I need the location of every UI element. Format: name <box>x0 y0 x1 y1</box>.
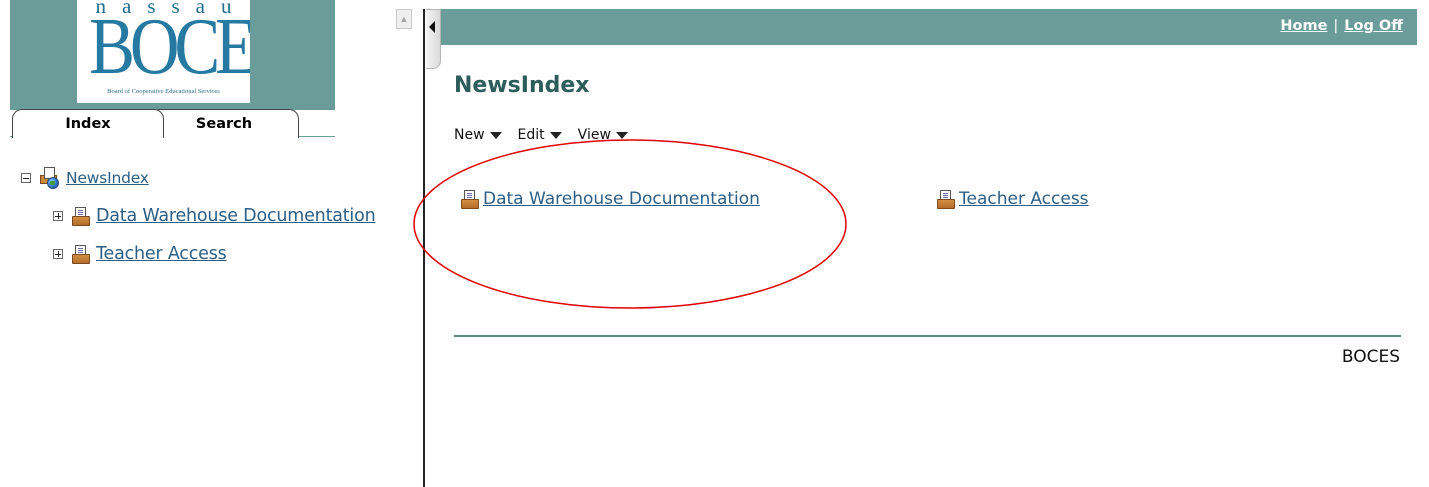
tree-link-teacher-access[interactable]: Teacher Access <box>96 244 227 264</box>
page-title: NewsIndex <box>454 73 590 98</box>
document-folder-icon <box>72 244 90 264</box>
globe-folder-icon <box>40 167 60 189</box>
tree-node-teacher-access: Teacher Access <box>53 244 227 264</box>
collapse-pane-button[interactable] <box>426 9 441 69</box>
link-separator: | <box>1333 18 1339 34</box>
expand-icon[interactable] <box>53 249 63 259</box>
item-teacher-access[interactable]: Teacher Access <box>937 189 1089 209</box>
tree-node-newsindex: NewsIndex <box>21 167 149 189</box>
annotation-ellipse <box>413 139 847 309</box>
tab-index[interactable]: Index <box>12 109 164 138</box>
item-teacher-access-link[interactable]: Teacher Access <box>959 189 1089 209</box>
boces-logo: nassau BOCES Board of Cooperative Educat… <box>77 0 250 103</box>
logoff-link[interactable]: Log Off <box>1344 18 1403 34</box>
logo-main-text: BOCES <box>89 3 250 91</box>
expand-icon[interactable] <box>53 211 63 221</box>
footer-label: BOCES <box>1341 347 1400 367</box>
tree-node-data-warehouse: Data Warehouse Documentation <box>53 206 376 226</box>
home-link[interactable]: Home <box>1280 18 1327 34</box>
tree-link-data-warehouse[interactable]: Data Warehouse Documentation <box>96 206 376 226</box>
collapse-icon[interactable] <box>21 173 31 183</box>
navigation-pane: nassau BOCES Board of Cooperative Educat… <box>0 0 392 487</box>
top-links: Home | Log Off <box>1280 18 1403 34</box>
document-folder-icon <box>72 206 90 226</box>
tab-search[interactable]: Search <box>150 109 299 138</box>
document-folder-icon <box>937 189 955 209</box>
scroll-up-icon[interactable]: ▲ <box>396 9 412 29</box>
content-divider <box>454 335 1401 337</box>
tree-link-newsindex[interactable]: NewsIndex <box>66 169 149 187</box>
header-banner: nassau BOCES Board of Cooperative Educat… <box>10 0 335 110</box>
logo-subtitle: Board of Cooperative Educational Service… <box>107 88 220 95</box>
collapse-arrow-icon <box>429 21 435 33</box>
top-bar: Home | Log Off <box>441 9 1417 45</box>
